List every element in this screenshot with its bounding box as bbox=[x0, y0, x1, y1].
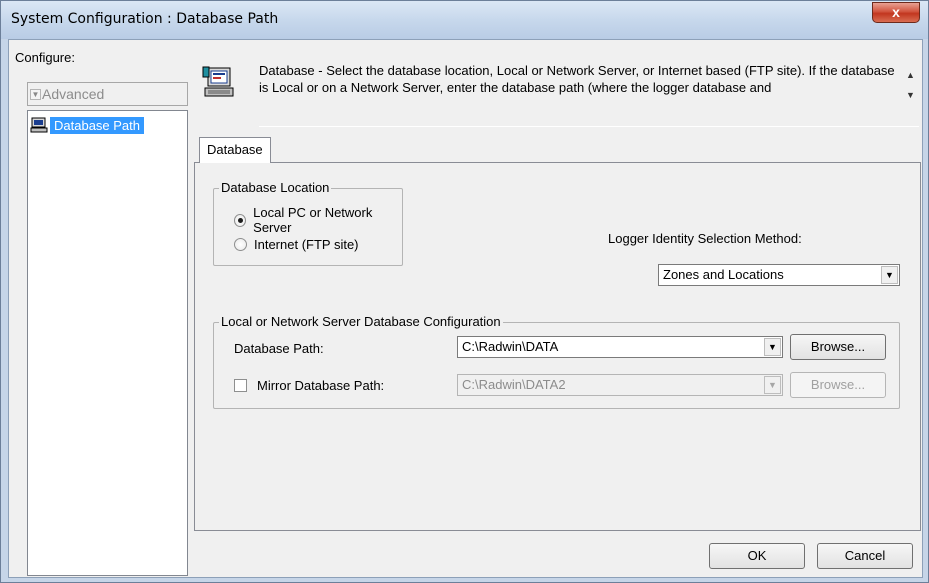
title-bar[interactable]: System Configuration : Database Path x bbox=[1, 1, 928, 39]
chevron-down-icon[interactable]: ▼ bbox=[764, 338, 781, 356]
radio-button-checked[interactable] bbox=[234, 213, 247, 227]
browse-mirror-path-button: Browse... bbox=[790, 372, 886, 398]
mirror-database-path-select: C:\Radwin\DATA2 ▼ bbox=[457, 374, 783, 396]
local-network-config-legend: Local or Network Server Database Configu… bbox=[219, 314, 503, 329]
header-divider bbox=[259, 126, 919, 127]
database-tab-panel: Database Location Local PC or Network Se… bbox=[194, 162, 921, 531]
radio-local-pc-label: Local PC or Network Server bbox=[253, 205, 373, 235]
configure-tree[interactable]: Database Path bbox=[27, 110, 188, 576]
browse-database-path-button[interactable]: Browse... bbox=[790, 334, 886, 360]
database-path-select[interactable]: C:\Radwin\DATA ▼ bbox=[457, 336, 783, 358]
database-path-label: Database Path: bbox=[234, 341, 324, 356]
tab-database[interactable]: Database bbox=[199, 137, 271, 163]
mirror-database-path-checkbox-row[interactable]: Mirror Database Path: bbox=[234, 378, 384, 393]
logger-identity-select[interactable]: Zones and Locations ▼ bbox=[658, 264, 900, 286]
logger-identity-value: Zones and Locations bbox=[663, 267, 784, 282]
mirror-database-path-checkbox[interactable] bbox=[234, 379, 247, 392]
tree-item-database-path[interactable]: Database Path bbox=[30, 115, 145, 135]
computer-icon bbox=[30, 117, 48, 133]
description-box: Database - Select the database location,… bbox=[259, 60, 919, 110]
logger-identity-label: Logger Identity Selection Method: bbox=[608, 231, 802, 246]
database-path-value: C:\Radwin\DATA bbox=[462, 339, 559, 354]
radio-internet-ftp-label: Internet (FTP site) bbox=[254, 237, 359, 252]
local-network-config-group: Local or Network Server Database Configu… bbox=[213, 314, 900, 409]
dialog-client-area: Configure: ▼ Advanced Database Path Data… bbox=[8, 39, 923, 578]
database-location-legend: Database Location bbox=[219, 180, 332, 195]
chevron-down-icon[interactable]: ▼ bbox=[881, 266, 898, 284]
database-location-group: Database Location Local PC or Network Se… bbox=[213, 180, 403, 266]
description-scrollbar[interactable]: ▲ ▼ bbox=[903, 60, 919, 108]
window-title: System Configuration : Database Path bbox=[11, 11, 279, 27]
close-button[interactable]: x bbox=[872, 2, 920, 23]
radio-local-pc[interactable]: Local PC or Network Server bbox=[234, 205, 402, 235]
radio-internet-ftp[interactable]: Internet (FTP site) bbox=[234, 237, 359, 252]
tree-item-label: Database Path bbox=[50, 116, 145, 134]
description-text: Database - Select the database location,… bbox=[259, 63, 895, 95]
configure-label: Configure: bbox=[15, 50, 75, 65]
mirror-database-path-label: Mirror Database Path: bbox=[257, 378, 385, 393]
mirror-database-path-value: C:\Radwin\DATA2 bbox=[462, 377, 566, 392]
cancel-button[interactable]: Cancel bbox=[817, 543, 913, 569]
ok-button[interactable]: OK bbox=[709, 543, 805, 569]
advanced-dropdown: ▼ Advanced bbox=[27, 82, 188, 106]
chevron-down-icon: ▼ bbox=[30, 89, 41, 100]
scroll-up-icon[interactable]: ▲ bbox=[906, 70, 915, 80]
dialog-window: System Configuration : Database Path x C… bbox=[0, 0, 929, 583]
database-computer-icon bbox=[202, 66, 234, 97]
close-icon: x bbox=[892, 4, 900, 20]
scroll-down-icon[interactable]: ▼ bbox=[906, 90, 915, 100]
advanced-dropdown-value: Advanced bbox=[42, 86, 105, 102]
chevron-down-icon: ▼ bbox=[764, 376, 781, 394]
radio-button[interactable] bbox=[234, 238, 247, 251]
